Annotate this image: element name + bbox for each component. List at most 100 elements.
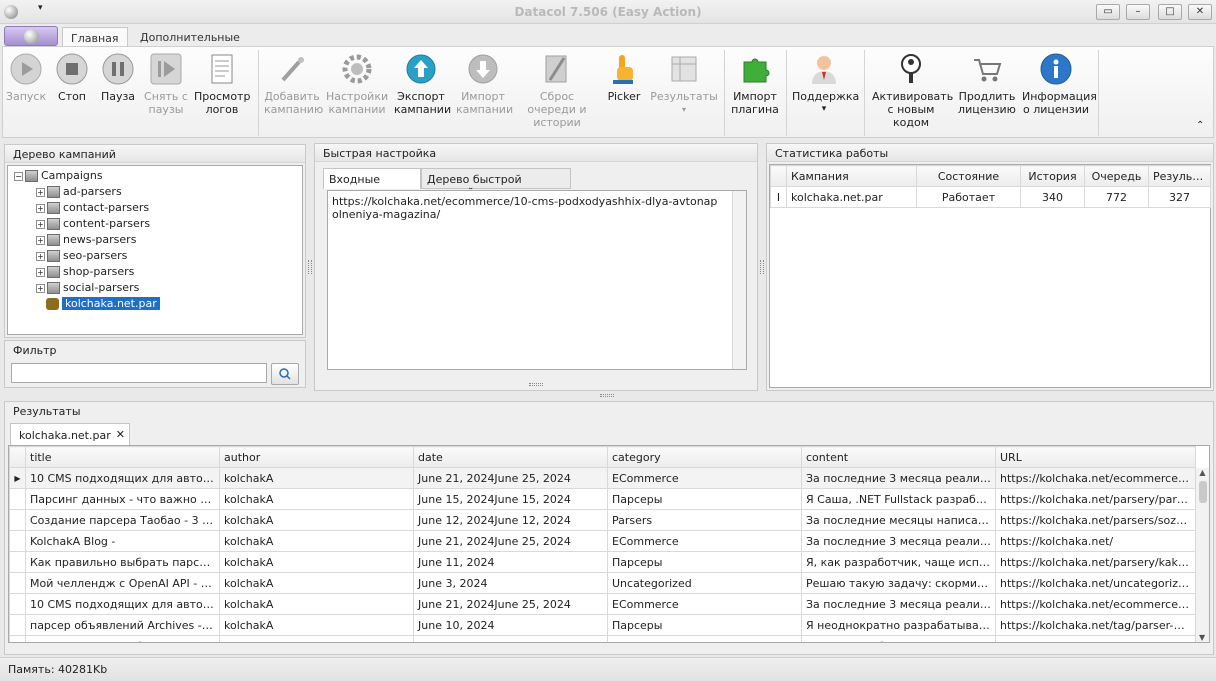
import-plugin-button[interactable]: Импорт плагина xyxy=(730,52,780,116)
expand-icon[interactable]: + xyxy=(36,235,45,245)
view-logs-button[interactable]: Просмотр логов xyxy=(194,52,250,116)
collapse-icon[interactable]: − xyxy=(14,171,23,181)
results-col-author[interactable]: author xyxy=(219,446,414,468)
table-row[interactable]: Создание парсера Таобао - 3 поле... kolch… xyxy=(9,509,1196,531)
stats-cell-campaign: kolchaka.net.par xyxy=(786,186,917,208)
pause-button[interactable]: Пауза xyxy=(96,52,140,103)
tab-main[interactable]: Главная xyxy=(62,27,128,47)
expand-icon[interactable]: + xyxy=(36,251,45,261)
tree-folder-shop-parsers[interactable]: + shop-parsers xyxy=(14,264,302,280)
table-cell: https://kolchaka.net/ xyxy=(995,530,1196,552)
row-indicator xyxy=(9,509,26,531)
close-tab-icon[interactable]: ✕ xyxy=(116,428,125,441)
table-row[interactable]: Как правильно выбрать парсер ка...kolcha… xyxy=(9,551,1196,573)
minimize-button[interactable]: – xyxy=(1126,4,1150,20)
add-campaign-button[interactable]: Добавить кампанию xyxy=(264,52,323,116)
table-cell: kolchakA xyxy=(219,614,414,636)
stats-col-queue[interactable]: Очередь xyxy=(1084,165,1149,187)
tab-additional[interactable]: Дополнительные xyxy=(132,27,248,47)
tree-folder-content-parsers[interactable]: + content-parsers xyxy=(14,216,302,232)
results-col-url[interactable]: URL xyxy=(995,446,1196,468)
stats-col-state[interactable]: Состояние xyxy=(916,165,1021,187)
app-menu-button[interactable] xyxy=(4,26,58,46)
tree-folder-contact-parsers[interactable]: + contact-parsers xyxy=(14,200,302,216)
play-icon xyxy=(10,53,42,85)
tree-folder-news-parsers[interactable]: + news-parsers xyxy=(14,232,302,248)
maximize-button[interactable]: □ xyxy=(1158,4,1182,20)
stats-col-results[interactable]: Результа... xyxy=(1148,165,1211,187)
filter-input[interactable] xyxy=(11,363,267,383)
reset-queue-button[interactable]: Сброс очереди и истории xyxy=(516,52,598,129)
tree-folder-seo-parsers[interactable]: + seo-parsers xyxy=(14,248,302,264)
import-campaign-button[interactable]: Импорт кампании xyxy=(456,52,513,116)
tree-root[interactable]: − Campaigns xyxy=(14,168,302,184)
results-col-title[interactable]: title xyxy=(25,446,220,468)
results-col-content[interactable]: content xyxy=(801,446,996,468)
scroll-down-icon[interactable]: ▼ xyxy=(1199,633,1205,642)
restore-layout-button[interactable]: ▭ xyxy=(1096,4,1120,20)
table-cell: Парсеры xyxy=(607,614,802,636)
row-indicator: ▶ xyxy=(9,467,26,489)
license-info-button[interactable]: Информация о лицензии xyxy=(1022,52,1097,116)
cart-icon xyxy=(974,59,1002,82)
ribbon-separator xyxy=(1098,50,1099,136)
stats-col-campaign[interactable]: Кампания xyxy=(786,165,917,187)
results-col-category[interactable]: category xyxy=(607,446,802,468)
table-cell: Создание парсера Таобао - 3 поле... xyxy=(25,509,220,531)
chevron-down-icon: ▾ xyxy=(681,105,686,114)
results-button[interactable]: Результаты ▾ xyxy=(650,52,718,116)
table-cell: kolchakA xyxy=(219,509,414,531)
results-header: Результаты xyxy=(13,405,81,418)
tree-item-selected[interactable]: kolchaka.net.par xyxy=(14,296,302,312)
scroll-up-icon[interactable]: ▲ xyxy=(1196,468,1209,477)
expand-icon[interactable]: + xyxy=(36,267,45,277)
close-button[interactable]: ✕ xyxy=(1188,4,1212,20)
table-cell: Парсеры xyxy=(607,635,802,642)
start-button[interactable]: Запуск xyxy=(4,52,48,103)
table-row[interactable]: ▶10 CMS подходящих для автонапо...kolcha… xyxy=(9,467,1196,489)
table-row[interactable]: Мой челлендж с OpenAI API - Kolch...kolc… xyxy=(9,572,1196,594)
splitter-grip[interactable] xyxy=(600,394,614,397)
results-panel: Результаты kolchaka.net.par ✕ title autho… xyxy=(4,401,1214,655)
tree-folder-social-parsers[interactable]: + social-parsers xyxy=(14,280,302,296)
table-row[interactable]: парсер объявлений Archives - Kolc... kolc… xyxy=(9,614,1196,636)
resume-button[interactable]: Снять с паузы xyxy=(142,52,190,116)
activate-new-code-button[interactable]: Активировать с новым кодом xyxy=(872,52,953,129)
tab-input-data[interactable]: Входные данные xyxy=(323,168,421,199)
filter-search-button[interactable] xyxy=(271,363,299,385)
table-cell: Я, как разработчик, чаще использ... xyxy=(801,635,996,642)
splitter-grip[interactable] xyxy=(760,260,764,274)
pause-icon xyxy=(102,53,134,85)
stats-row[interactable]: I kolchaka.net.par Работает 340 772 327 xyxy=(770,186,1211,208)
tree-folder-ad-parsers[interactable]: + ad-parsers xyxy=(14,184,302,200)
splitter-grip[interactable] xyxy=(529,383,543,386)
stats-col-history[interactable]: История xyxy=(1020,165,1085,187)
tab-quick-setup-tree[interactable]: Дерево быстрой настройки xyxy=(421,168,571,199)
expand-icon[interactable]: + xyxy=(36,283,45,293)
table-row[interactable]: Как правильно выбрать парсер ка...kolcha… xyxy=(9,635,1196,642)
table-row[interactable]: KolchakA Blog - kolchakA June 21, 2024June… xyxy=(9,530,1196,552)
splitter-grip[interactable] xyxy=(308,260,312,274)
expand-icon[interactable]: + xyxy=(36,219,45,229)
collapse-ribbon-icon[interactable]: ⌃ xyxy=(1196,120,1204,131)
expand-icon[interactable]: + xyxy=(36,203,45,213)
textarea-scrollbar[interactable] xyxy=(732,191,746,369)
stop-button[interactable]: Стоп xyxy=(50,52,94,103)
ribbon-separator xyxy=(786,50,787,136)
picker-button[interactable]: Picker xyxy=(604,52,644,103)
input-data-textarea[interactable]: https://kolchaka.net/ecommerce/10-cms-po… xyxy=(327,190,747,370)
globe-icon xyxy=(23,29,39,44)
table-cell: Решаю такую задачу: скормить б... xyxy=(801,572,996,594)
campaign-settings-button[interactable]: Настройки кампании xyxy=(326,52,388,116)
extend-license-button[interactable]: Продлить лицензию xyxy=(956,52,1018,116)
export-campaign-button[interactable]: Экспорт кампании xyxy=(394,52,451,116)
scrollbar-thumb[interactable] xyxy=(1198,481,1207,503)
results-vertical-scrollbar[interactable]: ▲ ▼ xyxy=(1195,468,1209,642)
results-tab[interactable]: kolchaka.net.par ✕ xyxy=(10,423,130,445)
table-row[interactable]: Парсинг данных - что важно знат... kolcha… xyxy=(9,488,1196,510)
support-button[interactable]: Поддержка ▾ xyxy=(792,52,859,116)
results-col-date[interactable]: date xyxy=(413,446,608,468)
table-row[interactable]: 10 CMS подходящих для автонапо...kolchak… xyxy=(9,593,1196,615)
expand-icon[interactable]: + xyxy=(36,187,45,197)
quick-setup-header: Быстрая настройка xyxy=(315,144,757,162)
